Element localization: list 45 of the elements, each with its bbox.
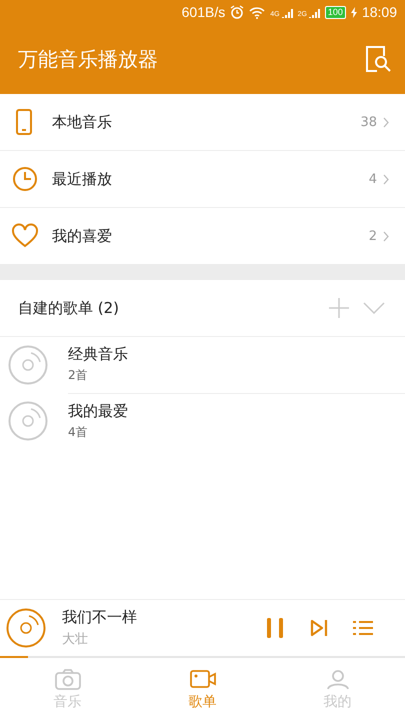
- heart-icon: [12, 223, 38, 249]
- chevron-icon: [383, 116, 389, 128]
- chevron-icon: [363, 302, 385, 314]
- disc-icon: [8, 345, 48, 385]
- library-item[interactable]: 本地音乐 38: [0, 94, 405, 151]
- plus-icon: [329, 298, 349, 318]
- item-label: 本地音乐: [52, 112, 113, 132]
- wifi-icon: [249, 6, 266, 18]
- clock: 18:09: [362, 4, 397, 20]
- disc-icon: [6, 608, 46, 648]
- item-count: 4: [368, 172, 377, 186]
- library-item[interactable]: 最近播放 4: [0, 151, 405, 208]
- library-item[interactable]: 我的喜爱 2: [0, 208, 405, 264]
- playlist-item[interactable]: 经典音乐 2首: [0, 337, 405, 393]
- signal-icon: [280, 6, 293, 18]
- battery-level: 100: [324, 6, 346, 18]
- add-button[interactable]: [329, 296, 349, 320]
- camera-icon: [54, 668, 80, 690]
- chevron-icon: [383, 230, 389, 242]
- next-icon: [310, 619, 328, 637]
- clock-icon: [12, 166, 38, 192]
- playlist-name: 我的最爱: [68, 402, 129, 420]
- disc-icon: [8, 401, 48, 441]
- item-label: 最近播放: [52, 170, 113, 188]
- item-count: 38: [360, 114, 377, 130]
- alarm-icon: [230, 5, 244, 19]
- item-count: 2: [368, 228, 377, 244]
- charging-icon: [350, 6, 357, 18]
- signal-icon: [308, 6, 320, 18]
- item-label: 我的喜爱: [52, 226, 113, 246]
- song-title: 我们不一样: [62, 608, 138, 627]
- song-count: 2首: [68, 367, 89, 384]
- playlist-name: 经典音乐: [68, 345, 129, 364]
- person-icon: [324, 668, 350, 690]
- network-speed: 601B/s: [182, 4, 226, 20]
- playlist-item[interactable]: 我的最爱 4首: [0, 393, 405, 449]
- list-icon: [353, 620, 373, 636]
- artist-name: 大壮: [62, 631, 89, 648]
- section-title: 自建的歌单 (2): [18, 298, 120, 318]
- search-icon: [364, 44, 392, 74]
- video-camera-icon: [190, 668, 216, 690]
- song-count: 4首: [68, 424, 89, 440]
- pause-icon: [265, 617, 285, 639]
- app-title: 万能音乐播放器: [18, 46, 158, 72]
- chevron-icon: [383, 174, 389, 184]
